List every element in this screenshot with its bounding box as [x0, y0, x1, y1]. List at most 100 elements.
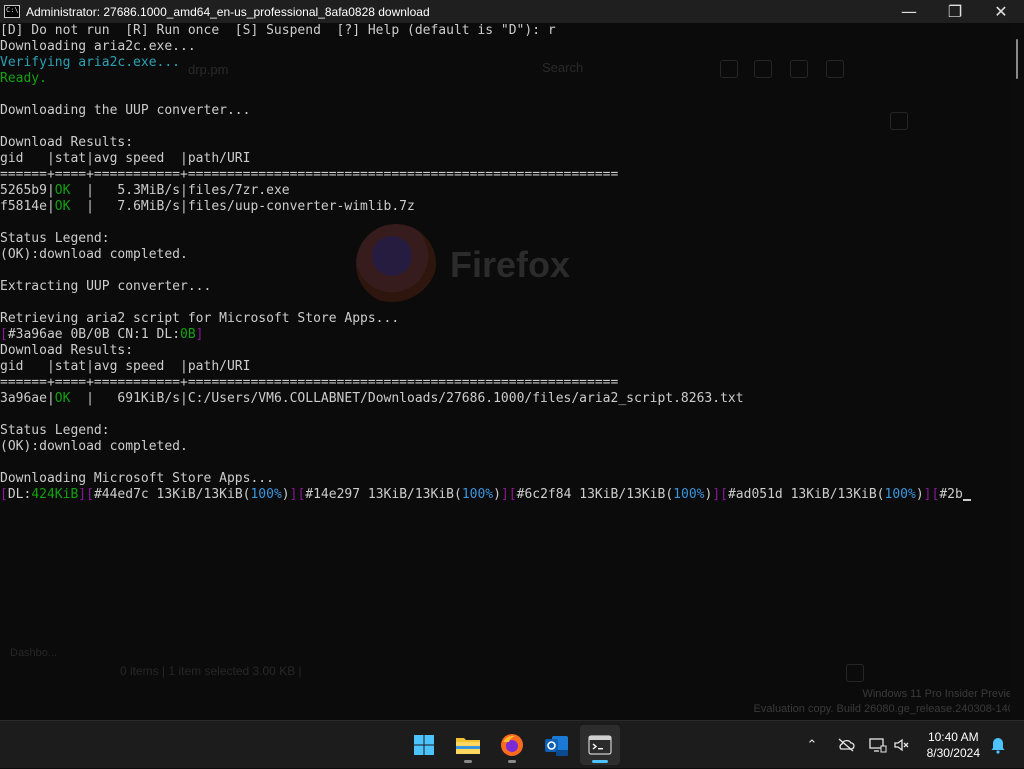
terminal-text-segment: ][ — [500, 487, 517, 502]
terminal-text-segment: 3a96ae| — [0, 391, 55, 406]
console-glyph: C:\ — [6, 6, 19, 14]
terminal-text-segment: ][ — [289, 487, 306, 502]
terminal-text-segment: ][ — [78, 487, 94, 502]
terminal-scrollbar[interactable] — [1010, 23, 1024, 720]
terminal-text-segment: Downloading aria2c.exe... — [0, 39, 196, 54]
terminal-icon — [588, 735, 612, 755]
terminal-text-segment: #44ed7c 13KiB/13KiB( — [93, 487, 251, 502]
active-indicator — [592, 760, 608, 763]
terminal-lines: [D] Do not run [R] Run once [S] Suspend … — [0, 23, 971, 503]
running-indicator — [464, 760, 472, 763]
terminal-text-segment: OK — [54, 391, 71, 406]
terminal-line: Verifying aria2c.exe... — [0, 55, 971, 71]
windows-logo-icon — [414, 735, 434, 755]
terminal-line: Status Legend: — [0, 423, 971, 439]
terminal-line: 5265b9|OK | 5.3MiB/s|files/7zr.exe — [0, 183, 971, 199]
terminal-text-segment: 0B — [180, 327, 196, 342]
terminal-text-segment: | 5.3MiB/s|files/7zr.exe — [70, 183, 290, 198]
chevron-up-icon[interactable]: ⌃ — [802, 735, 822, 755]
terminal-text-segment: Verifying aria2c.exe... — [0, 55, 181, 70]
network-icon[interactable] — [868, 735, 888, 755]
terminal-line: 3a96ae|OK | 691KiB/s|C:/Users/VM6.COLLAB… — [0, 391, 971, 407]
window-title: Administrator: 27686.1000_amd64_en-us_pr… — [26, 4, 430, 19]
terminal-text-segment: [ — [0, 327, 8, 342]
file-explorer-button[interactable] — [448, 725, 488, 765]
terminal-output[interactable]: [D] Do not run [R] Run once [S] Suspend … — [0, 23, 1010, 720]
terminal-line: ======+====+===========+================… — [0, 167, 971, 183]
terminal-line: Ready. — [0, 71, 971, 87]
maximize-icon: ❐ — [947, 2, 963, 21]
terminal-text-segment: #6c2f84 13KiB/13KiB( — [516, 487, 674, 502]
terminal-line: (OK):download completed. — [0, 439, 971, 455]
terminal-line: [D] Do not run [R] Run once [S] Suspend … — [0, 23, 971, 39]
clock-time: 10:40 AM — [927, 730, 979, 744]
terminal-line: [DL:424KiB][#44ed7c 13KiB/13KiB(100%)][#… — [0, 487, 971, 503]
onedrive-icon[interactable] — [836, 735, 856, 755]
console-app-icon: C:\ — [4, 5, 20, 18]
volume-muted-icon[interactable] — [892, 735, 912, 755]
terminal-text-segment: ][ — [712, 487, 728, 502]
close-button[interactable]: ✕ — [978, 0, 1024, 23]
running-indicator — [508, 760, 516, 763]
clock-date: 8/30/2024 — [926, 746, 980, 760]
terminal-text-segment: 5265b9| — [0, 183, 55, 198]
outlook-new-button[interactable] — [536, 725, 576, 765]
terminal-text-segment: (OK):download completed. — [0, 439, 188, 454]
terminal-text-segment: 100% — [250, 487, 282, 502]
terminal-line: [#3a96ae 0B/0B CN:1 DL:0B] — [0, 327, 971, 343]
terminal-text-segment: [D] Do not run [R] Run once [S] Suspend … — [0, 23, 556, 38]
terminal-text-segment: Download Results: — [0, 343, 134, 358]
terminal-text-segment: Status Legend: — [0, 231, 110, 246]
terminal-text-segment: [ — [0, 487, 8, 502]
terminal-line: Downloading Microsoft Store Apps... — [0, 471, 971, 487]
terminal-text-segment: (OK):download completed. — [0, 247, 188, 262]
minimize-icon: — — [901, 2, 917, 21]
firefox-icon — [501, 734, 523, 756]
terminal-text-segment: Ready. — [0, 71, 47, 86]
terminal-text-segment: ][ — [923, 487, 940, 502]
terminal-text-segment: f5814e| — [0, 199, 55, 214]
terminal-line: Retrieving aria2 script for Microsoft St… — [0, 311, 971, 327]
close-icon: ✕ — [994, 2, 1008, 21]
window-titlebar[interactable]: C:\ Administrator: 27686.1000_amd64_en-u… — [0, 0, 1024, 23]
terminal-text-segment: DL: — [7, 487, 32, 502]
terminal-text-segment: | 691KiB/s|C:/Users/VM6.COLLABNET/Downlo… — [70, 391, 744, 406]
firefox-button[interactable] — [492, 725, 532, 765]
terminal-text-segment: ) — [281, 487, 290, 502]
terminal-text-segment: Status Legend: — [0, 423, 110, 438]
terminal-text-segment: Extracting UUP converter... — [0, 279, 212, 294]
notification-bell-icon[interactable] — [988, 735, 1008, 755]
terminal-line: Downloading aria2c.exe... — [0, 39, 971, 55]
terminal-text-segment: Downloading the UUP converter... — [0, 103, 251, 118]
outlook-icon — [545, 736, 568, 756]
terminal-text-segment: ======+====+===========+================… — [0, 375, 619, 390]
terminal-line: f5814e|OK | 7.6MiB/s|files/uup-converter… — [0, 199, 971, 215]
terminal-line: Download Results: — [0, 343, 971, 359]
taskbar: ⌃ 10:40 AM 8/30/2024 — [0, 720, 1024, 768]
minimize-button[interactable]: — — [886, 0, 932, 23]
maximize-button[interactable]: ❐ — [932, 0, 978, 23]
terminal-text-segment: 424KiB — [31, 487, 79, 502]
scrollbar-thumb[interactable] — [1016, 39, 1018, 79]
terminal-text-segment: #3a96ae 0B/0B CN:1 DL: — [7, 327, 181, 342]
terminal-text-segment: OK — [54, 183, 71, 198]
terminal-text-segment: Retrieving aria2 script for Microsoft St… — [0, 311, 400, 326]
terminal-text-segment: ] — [195, 327, 204, 342]
terminal-text-segment: #14e297 13KiB/13KiB( — [305, 487, 462, 502]
terminal-line: Status Legend: — [0, 231, 971, 247]
terminal-line: (OK):download completed. — [0, 247, 971, 263]
clock[interactable]: 10:40 AM 8/30/2024 — [927, 729, 980, 761]
folder-icon — [456, 738, 480, 754]
start-button[interactable] — [404, 725, 444, 765]
terminal-line: Extracting UUP converter... — [0, 279, 971, 295]
terminal-text-segment: #ad051d 13KiB/13KiB( — [727, 487, 885, 502]
terminal-button[interactable] — [580, 725, 620, 765]
terminal-line: gid |stat|avg speed |path/URI — [0, 359, 971, 375]
terminal-text-segment: | 7.6MiB/s|files/uup-converter-wimlib.7z — [70, 199, 415, 214]
